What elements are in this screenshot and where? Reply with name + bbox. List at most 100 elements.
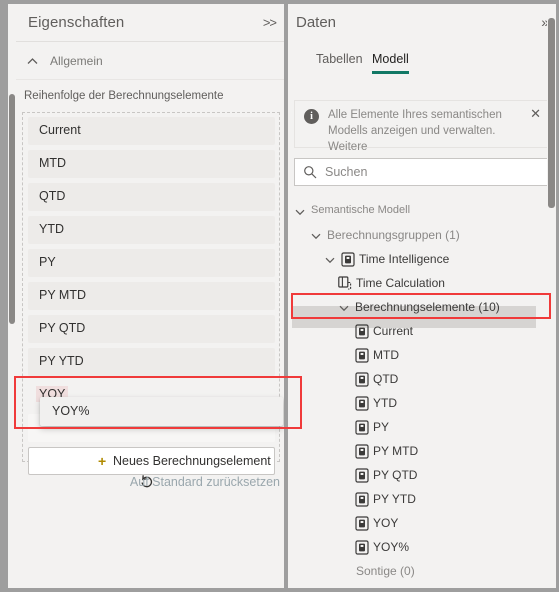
order-item-label: MTD (39, 156, 67, 170)
tree-row[interactable]: Time Calculation (288, 272, 548, 296)
order-item-label: PY (39, 255, 56, 269)
tree-row[interactable]: YTD (288, 392, 548, 416)
search-placeholder: Suchen (325, 165, 368, 179)
data-panel-scrollbar[interactable] (547, 4, 556, 588)
calc-item-icon (355, 492, 369, 507)
calc-item-icon (355, 540, 369, 555)
tree-row-label: Berechnungsgruppen (1) (327, 228, 460, 242)
properties-panel: Eigenschaften >> Allgemein Reihenfolge d… (8, 4, 284, 588)
info-banner: i Alle Elemente Ihres semantischen Model… (294, 100, 550, 153)
order-item-label: YTD (39, 222, 64, 236)
drag-ghost-item[interactable]: YOY% (40, 397, 283, 426)
search-icon (303, 165, 317, 179)
order-item[interactable]: PY (28, 249, 275, 277)
drag-ghost-label: YOY% (52, 404, 90, 418)
collapse-panel-icon[interactable]: >> (263, 15, 277, 30)
data-panel-scrollbar-thumb[interactable] (548, 18, 555, 208)
tree-row[interactable]: Sontige (0) (288, 560, 548, 584)
tree-row[interactable]: QTD (288, 368, 548, 392)
plus-icon: + (98, 453, 107, 469)
new-calculation-item-label: Neues Berechnungselement (113, 454, 271, 468)
data-panel: Daten » Tabellen Modell i Alle Elemente I… (288, 4, 556, 588)
tab-label: Tabellen (316, 52, 363, 66)
chevron-down-icon[interactable] (338, 302, 350, 314)
calc-item-icon (355, 420, 369, 435)
page-title: Eigenschaften (28, 14, 125, 31)
data-panel-header: Daten » (288, 4, 556, 42)
tree-row[interactable]: PY (288, 416, 548, 440)
order-item-label: PY QTD (39, 321, 86, 335)
tab-tabellen[interactable]: Tabellen (310, 48, 369, 70)
reset-to-default-link[interactable]: Auf Standard zurücksetzen (130, 475, 280, 489)
order-item[interactable]: PY MTD (28, 282, 275, 310)
calc-item-icon (355, 396, 369, 411)
order-item-label: PY YTD (39, 354, 84, 368)
tree-row[interactable]: YOY (288, 512, 548, 536)
tree-row-label: MTD (373, 348, 399, 362)
tree-row-label: YOY (373, 516, 399, 530)
tree-row[interactable]: Semantische Modell (288, 200, 548, 224)
tree-row[interactable]: PY YTD (288, 488, 548, 512)
properties-scrollbar-thumb[interactable] (9, 94, 15, 324)
chevron-down-icon[interactable] (294, 206, 306, 218)
tree-row-label: Semantische Modell (311, 204, 411, 216)
tree-row-label: Time Calculation (356, 276, 445, 290)
tree-row-label: PY (373, 420, 390, 434)
tree-row-label: Current (373, 324, 414, 338)
tree-row[interactable]: Berechnungselemente (10) (288, 296, 548, 320)
tree-row-label: PY QTD (373, 468, 418, 482)
tree-row-label: PY YTD (373, 492, 416, 506)
order-item[interactable]: Current (28, 117, 275, 145)
chevron-down-icon[interactable] (310, 230, 322, 242)
calc-item-icon (355, 372, 369, 387)
tab-label: Modell (372, 52, 409, 66)
tree-row-label: Berechnungselemente (10) (355, 300, 500, 314)
tree-row[interactable]: PY MTD (288, 440, 548, 464)
section-header-allgemein[interactable]: Allgemein (16, 42, 284, 80)
order-item[interactable]: PY QTD (28, 315, 275, 343)
tree-row-label: Time Intelligence (359, 252, 450, 266)
calc-group-icon (341, 252, 355, 267)
close-icon[interactable]: ✕ (530, 106, 541, 122)
tree-row[interactable]: Time Intelligence (288, 248, 548, 272)
calc-item-icon (355, 516, 369, 531)
data-panel-title: Daten (296, 14, 337, 31)
order-item-label: Current (39, 123, 81, 137)
chevron-up-icon (26, 55, 39, 68)
order-field-label: Reihenfolge der Berechnungselemente (24, 90, 224, 102)
order-item-label: QTD (39, 189, 66, 203)
tab-modell[interactable]: Modell (366, 48, 415, 74)
tree-row-label: Sontige (0) (356, 564, 415, 578)
order-item[interactable]: QTD (28, 183, 275, 211)
tree-row-label: PY MTD (373, 444, 419, 458)
calc-item-icon (355, 468, 369, 483)
tree-row[interactable]: MTD (288, 344, 548, 368)
calc-item-icon (355, 324, 369, 339)
info-banner-text: Alle Elemente Ihres semantischen Modells… (328, 109, 502, 153)
properties-scrollbar[interactable] (8, 4, 16, 588)
new-calculation-item-button[interactable]: + Neues Berechnungselement (28, 447, 275, 475)
chevron-down-icon[interactable] (324, 254, 336, 266)
order-item[interactable]: PY YTD (28, 348, 275, 376)
search-input[interactable]: Suchen (294, 158, 550, 186)
properties-panel-header: Eigenschaften >> (16, 4, 284, 42)
order-item[interactable]: MTD (28, 150, 275, 178)
tree-row-label: YTD (373, 396, 397, 410)
screenshot-root: Eigenschaften >> Allgemein Reihenfolge d… (0, 0, 559, 592)
tree-row[interactable]: YOY% (288, 536, 548, 560)
order-item-label: PY MTD (39, 288, 86, 302)
tree-row[interactable]: PY QTD (288, 464, 548, 488)
tab-active-underline (372, 71, 409, 74)
calc-item-icon (355, 348, 369, 363)
model-tree: Semantische Modell Berechnungsgruppen (1)… (288, 200, 556, 584)
tree-row[interactable]: Berechnungsgruppen (1) (288, 224, 548, 248)
order-item[interactable]: YTD (28, 216, 275, 244)
tree-row-label: QTD (373, 372, 399, 386)
info-icon: i (304, 109, 319, 124)
tree-row-label: YOY% (373, 540, 410, 554)
tree-row[interactable]: Current (288, 320, 548, 344)
data-panel-tabs: Tabellen Modell (288, 48, 556, 80)
reset-row: Auf Standard zurücksetzen (22, 472, 280, 494)
section-label-allgemein: Allgemein (50, 54, 103, 68)
column-icon (338, 276, 352, 291)
